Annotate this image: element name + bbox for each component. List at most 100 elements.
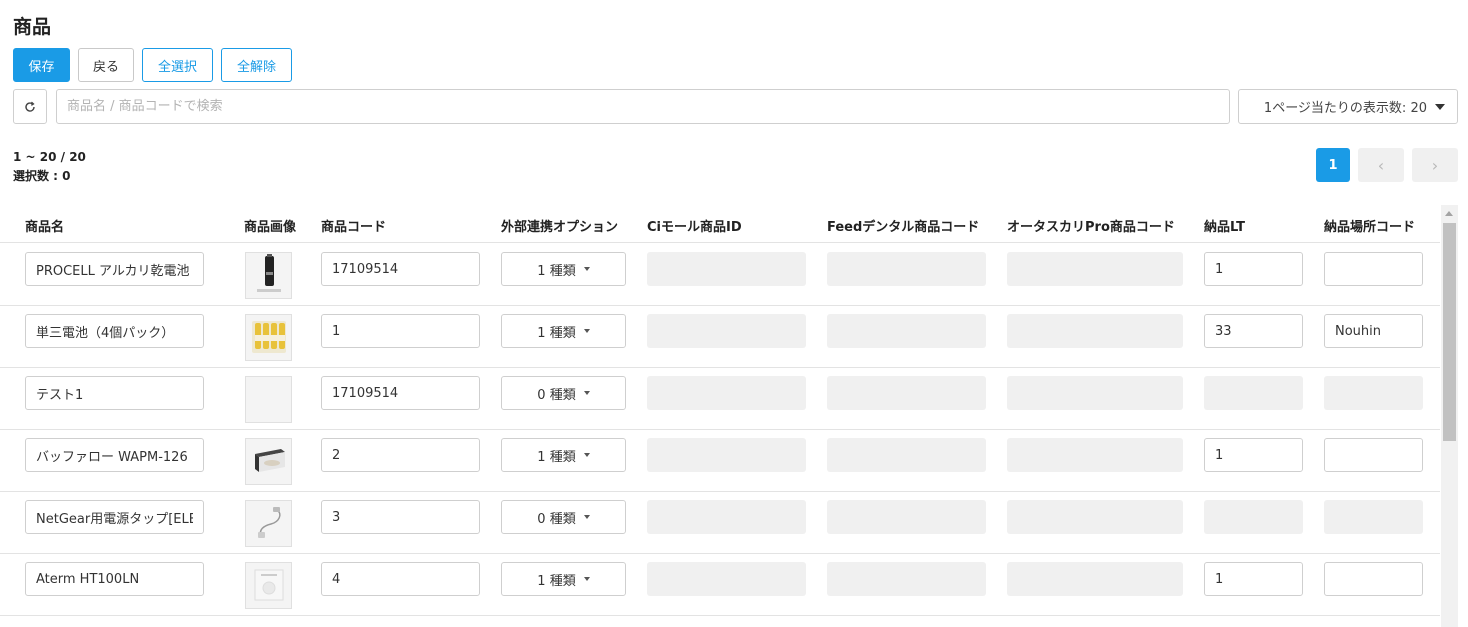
router-icon [249, 440, 289, 484]
caret-down-icon [583, 515, 590, 519]
caret-down-icon [1435, 103, 1445, 110]
lead-time-input[interactable] [1204, 438, 1303, 472]
header-ci-id: Ciモール商品ID [647, 220, 742, 235]
refresh-button[interactable] [13, 89, 47, 124]
delivery-place-input[interactable] [1324, 562, 1423, 596]
option-dropdown[interactable]: 1 種類 [501, 314, 626, 348]
pagination: 1 ‹ › [1316, 148, 1458, 182]
product-name-input[interactable] [25, 376, 204, 410]
product-code-input[interactable] [321, 376, 480, 410]
otasukari-code-field [1007, 314, 1183, 348]
lead-time-input[interactable] [1204, 562, 1303, 596]
cable-icon [249, 502, 289, 546]
page-title: 商品 [13, 16, 52, 38]
table-row: 0 種類 [0, 492, 1440, 554]
option-count: 0 種類 [537, 511, 576, 527]
product-code-input[interactable] [321, 500, 480, 534]
result-stats: 1 ~ 20 / 20 選択数 : 0 [13, 148, 86, 186]
product-code-input[interactable] [321, 562, 480, 596]
search-input[interactable] [56, 89, 1230, 124]
product-image [245, 562, 292, 609]
product-name-input[interactable] [25, 438, 204, 472]
caret-down-icon [583, 453, 590, 457]
feed-dental-code-field [827, 252, 986, 286]
delivery-place-input[interactable] [1324, 438, 1423, 472]
result-range: 1 ~ 20 / 20 [13, 150, 86, 164]
per-page-label: 1ページ当たりの表示数: 20 [1263, 101, 1427, 116]
product-name-input[interactable] [25, 500, 204, 534]
otasukari-code-field [1007, 438, 1183, 472]
option-dropdown[interactable]: 0 種類 [501, 376, 626, 410]
feed-dental-code-field [827, 314, 986, 348]
select-all-button[interactable]: 全選択 [142, 48, 213, 82]
prev-page-button[interactable]: ‹ [1358, 148, 1404, 182]
option-count: 1 種類 [537, 325, 576, 341]
table-row: 1 種類 [0, 306, 1440, 368]
product-image [245, 438, 292, 485]
product-name-input[interactable] [25, 562, 204, 596]
ci-mall-id-field [647, 314, 806, 348]
lead-time-input[interactable] [1204, 314, 1303, 348]
chevron-right-icon: › [1431, 155, 1439, 175]
option-dropdown[interactable]: 1 種類 [501, 562, 626, 596]
product-code-input[interactable] [321, 438, 480, 472]
caret-down-icon [583, 267, 590, 271]
feed-dental-code-field [827, 376, 986, 410]
product-code-input[interactable] [321, 314, 480, 348]
caret-down-icon [583, 329, 590, 333]
scroll-up-icon[interactable] [1445, 211, 1453, 216]
ci-mall-id-field [647, 562, 806, 596]
lead-time-field-disabled [1204, 376, 1303, 410]
back-button[interactable]: 戻る [78, 48, 134, 82]
lead-time-input[interactable] [1204, 252, 1303, 286]
lead-time-field-disabled [1204, 500, 1303, 534]
deselect-all-button[interactable]: 全解除 [221, 48, 292, 82]
option-count: 1 種類 [537, 263, 576, 279]
feed-dental-code-field [827, 562, 986, 596]
ci-mall-id-field [647, 500, 806, 534]
ci-mall-id-field [647, 252, 806, 286]
option-dropdown[interactable]: 0 種類 [501, 500, 626, 534]
product-name-input[interactable] [25, 252, 204, 286]
header-lt: 納品LT [1204, 220, 1245, 235]
page-button-current[interactable]: 1 [1316, 148, 1350, 182]
table-row: 0 種類 [0, 368, 1440, 430]
feed-dental-code-field [827, 500, 986, 534]
option-count: 1 種類 [537, 449, 576, 465]
product-image [245, 500, 292, 547]
delivery-place-input[interactable] [1324, 314, 1423, 348]
delivery-place-input[interactable] [1324, 252, 1423, 286]
ci-mall-id-field [647, 376, 806, 410]
per-page-select[interactable]: 1ページ当たりの表示数: 20 [1238, 89, 1458, 124]
delivery-place-field-disabled [1324, 376, 1423, 410]
table-row: 1 種類 [0, 554, 1440, 616]
table-row: 1 種類 [0, 430, 1440, 492]
ci-mall-id-field [647, 438, 806, 472]
product-image [245, 252, 292, 299]
otasukari-code-field [1007, 500, 1183, 534]
product-image [245, 376, 292, 423]
battery-pack-icon [248, 315, 290, 360]
table-row: 1 種類 [0, 244, 1440, 306]
save-button[interactable]: 保存 [13, 48, 70, 82]
product-name-input[interactable] [25, 314, 204, 348]
option-dropdown[interactable]: 1 種類 [501, 252, 626, 286]
option-dropdown[interactable]: 1 種類 [501, 438, 626, 472]
product-code-input[interactable] [321, 252, 480, 286]
scrollbar[interactable] [1441, 205, 1458, 627]
caret-down-icon [583, 391, 590, 395]
battery-icon [254, 253, 284, 298]
table-header: 商品名 商品画像 商品コード 外部連携オプション Ciモール商品ID Feedデ… [0, 205, 1440, 243]
chevron-left-icon: ‹ [1377, 155, 1385, 175]
header-feed-code: Feedデンタル商品コード [827, 220, 980, 235]
toolbar: 保存 戻る 全選択 全解除 [13, 48, 292, 82]
delivery-place-field-disabled [1324, 500, 1423, 534]
otasukari-code-field [1007, 252, 1183, 286]
next-page-button[interactable]: › [1412, 148, 1458, 182]
header-code: 商品コード [321, 220, 387, 235]
otasukari-code-field [1007, 562, 1183, 596]
scroll-thumb[interactable] [1443, 223, 1456, 441]
device-box-icon [249, 564, 289, 608]
header-option: 外部連携オプション [501, 220, 619, 235]
header-place: 納品場所コード [1324, 220, 1416, 235]
